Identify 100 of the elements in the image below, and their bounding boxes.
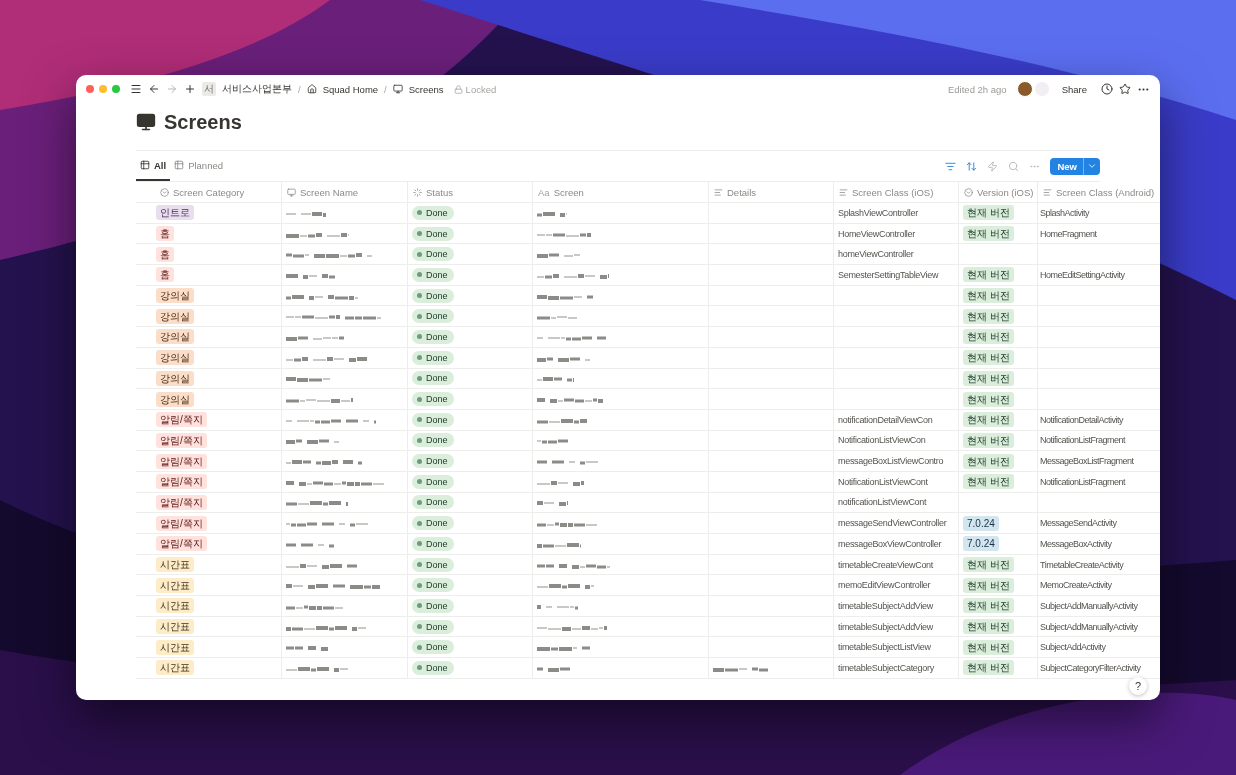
category-tag: 시간표	[156, 660, 194, 676]
help-button[interactable]: ?	[1129, 677, 1147, 695]
status-tag: Done	[412, 350, 454, 365]
status-tag: Done	[412, 371, 454, 386]
category-tag: 알림/쪽지	[156, 515, 207, 531]
star-icon[interactable]	[1119, 83, 1131, 95]
status-tag: Done	[412, 288, 454, 303]
table-cell: SubjectAddManuallyActivity	[1037, 616, 1160, 638]
version-tag: 현재 버전	[963, 432, 1014, 448]
column-header[interactable]: Version (iOS)	[958, 182, 1037, 203]
table-cell: MessageSendActivity	[1037, 513, 1160, 534]
loader-icon	[413, 187, 422, 197]
new-button[interactable]: New	[1050, 157, 1100, 175]
view-tab[interactable]: Planned	[170, 151, 227, 181]
column-header[interactable]: Screen Category	[136, 182, 281, 203]
menu-icon[interactable]	[130, 83, 142, 95]
status-tag: Done	[412, 433, 454, 448]
breadcrumb-link[interactable]: 서비스사업본부	[222, 82, 292, 96]
column-header[interactable]: Status	[407, 182, 532, 203]
sort-icon[interactable]	[966, 160, 978, 172]
table-cell: SubjectAddManuallyActivity	[1037, 596, 1160, 617]
category-tag: 알림/쪽지	[156, 453, 207, 469]
category-tag: 인트로	[156, 205, 194, 221]
status-tag: Done	[412, 619, 454, 634]
category-tag: 강의실	[156, 288, 194, 304]
status-tag: Done	[412, 516, 454, 531]
table-cell: timetableCreateViewCont	[833, 554, 958, 576]
table-cell: timetableSubjectAddView	[833, 596, 958, 617]
view-tab[interactable]: All	[136, 151, 171, 181]
lock-icon	[453, 84, 463, 94]
category-tag: 홈	[156, 267, 174, 283]
category-tag: 홈	[156, 226, 174, 242]
status-tag: Done	[412, 640, 454, 655]
category-tag: 시간표	[156, 557, 194, 573]
avatar[interactable]	[1016, 81, 1033, 97]
breadcrumb-separator: /	[384, 83, 387, 95]
select-icon	[964, 187, 973, 197]
column-header[interactable]: Screen Name	[281, 182, 407, 203]
locked-label: Locked	[465, 83, 497, 95]
zoom-window-button[interactable]	[112, 85, 120, 93]
table-icon	[140, 160, 150, 170]
house-icon	[306, 84, 317, 94]
caret-icon[interactable]	[1087, 161, 1097, 171]
category-tag: 시간표	[156, 639, 194, 655]
version-tag: 7.0.24	[963, 536, 999, 552]
plus-icon[interactable]	[184, 83, 196, 95]
back-arrow-icon[interactable]	[148, 83, 160, 95]
table-cell: memoEditViewController	[833, 575, 958, 597]
category-tag: 알림/쪽지	[156, 412, 207, 428]
version-tag: 현재 버전	[963, 205, 1014, 221]
table-cell: messageSendViewController	[833, 513, 958, 534]
table-cell: HomeEditSettingActivity	[1037, 265, 1160, 286]
status-tag: Done	[412, 247, 454, 262]
table-cell: messageBoxListViewContro	[833, 451, 958, 472]
version-tag: 현재 버전	[963, 288, 1014, 304]
lightning-icon[interactable]	[987, 160, 999, 172]
category-tag: 시간표	[156, 577, 194, 593]
table-cell: messageBoxViewController	[833, 534, 958, 555]
status-tag: Done	[412, 412, 454, 427]
column-header[interactable]: Screen Class (Android)	[1037, 182, 1160, 203]
filter-icon[interactable]	[945, 160, 957, 172]
minimize-window-button[interactable]	[99, 85, 107, 93]
status-tag: Done	[412, 454, 454, 469]
category-tag: 강의실	[156, 350, 194, 366]
table-cell: timetableSubjectAddView	[833, 616, 958, 638]
category-tag: 알림/쪽지	[156, 494, 207, 510]
version-tag: 현재 버전	[963, 598, 1014, 614]
version-tag: 현재 버전	[963, 391, 1014, 407]
version-tag: 현재 버전	[963, 329, 1014, 345]
text-lines-icon	[839, 187, 848, 197]
clock-icon[interactable]	[1101, 83, 1113, 95]
search-icon[interactable]	[1008, 160, 1020, 172]
table-cell: SplashActivity	[1037, 203, 1160, 224]
category-tag: 강의실	[156, 308, 194, 324]
column-header[interactable]: Aa Screen	[532, 182, 708, 203]
status-tag: Done	[412, 392, 454, 407]
table-cell: MemoCreateActivity	[1037, 575, 1160, 597]
table-cell: MessageBoxActivity	[1037, 534, 1160, 555]
workspace-icon[interactable]: 서	[202, 82, 216, 96]
table-cell: SemesterSettingTableView	[833, 265, 958, 286]
status-tag: Done	[412, 557, 454, 572]
status-tag: Done	[412, 309, 454, 324]
status-tag: Done	[412, 660, 454, 675]
share-button[interactable]: Share	[1061, 83, 1087, 95]
breadcrumb-link[interactable]: Screens	[408, 83, 444, 95]
category-tag: 강의실	[156, 370, 194, 386]
status-tag: Done	[412, 226, 454, 241]
version-tag: 현재 버전	[963, 660, 1014, 676]
status-tag: Done	[412, 578, 454, 593]
column-header[interactable]: Details	[708, 182, 833, 203]
table-cell: timetableSubjectListView	[833, 637, 958, 659]
table-cell: notificationDetailViewCon	[833, 409, 958, 431]
close-window-button[interactable]	[86, 85, 94, 93]
table-cell: SubjectAddActivity	[1037, 637, 1160, 659]
column-header[interactable]: Screen Class (iOS)	[833, 182, 958, 203]
version-tag: 현재 버전	[963, 226, 1014, 242]
monitor-icon	[392, 84, 403, 94]
breadcrumb-link[interactable]: Squad Home	[322, 83, 379, 95]
text-lines-icon	[714, 187, 723, 197]
page-title: Screens	[164, 110, 242, 134]
